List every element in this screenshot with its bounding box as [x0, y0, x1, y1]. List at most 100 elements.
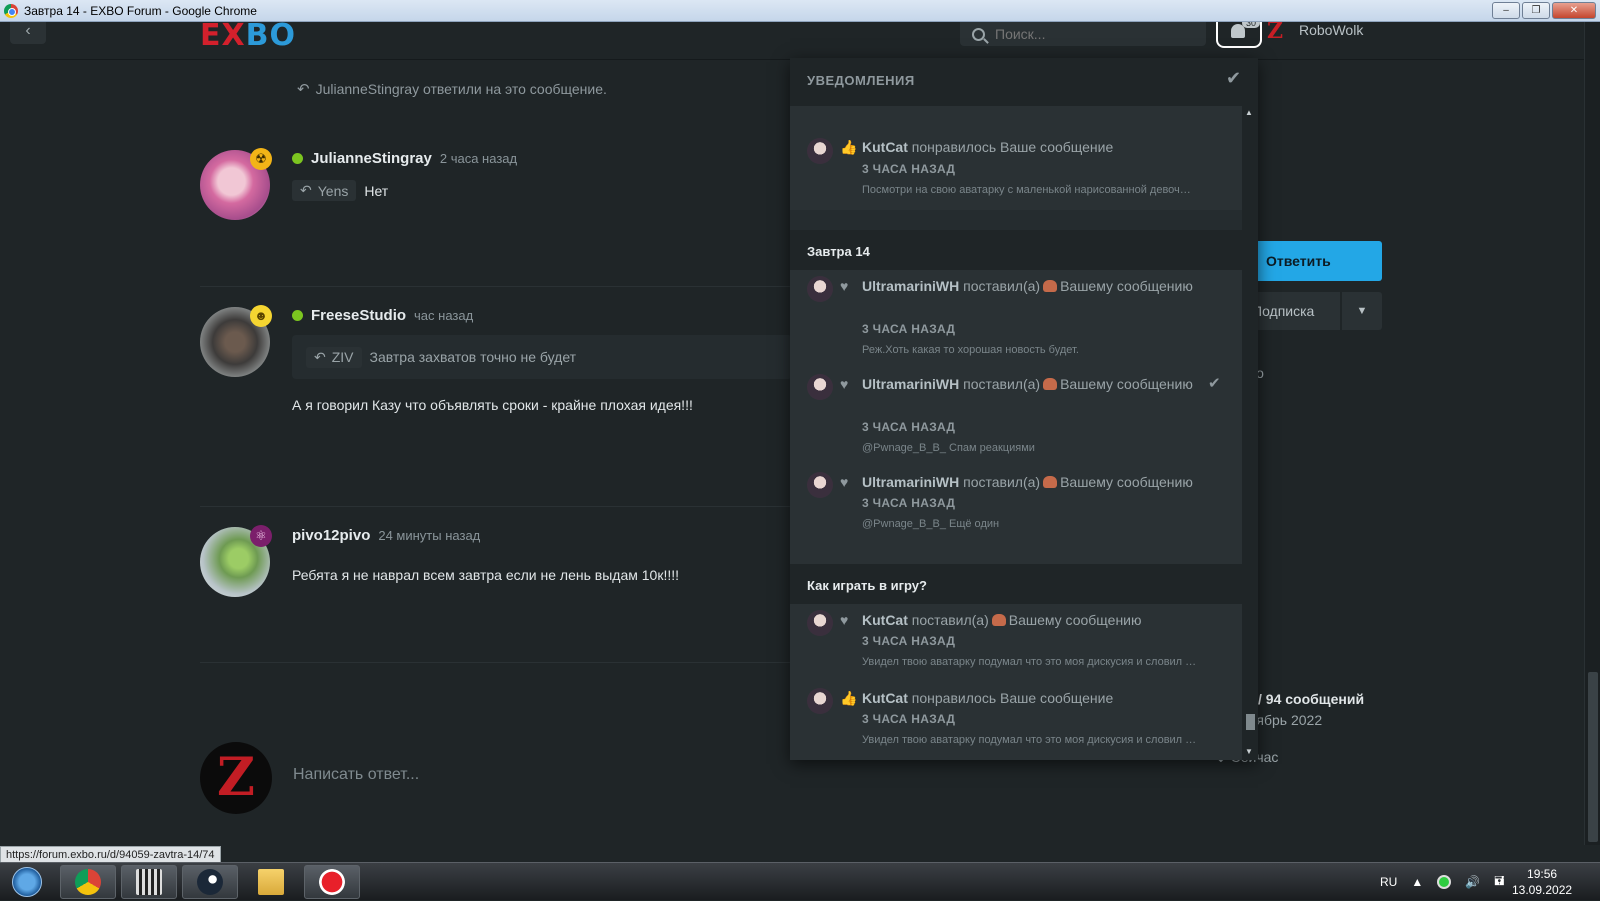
notifications-button[interactable]: 30	[1216, 22, 1262, 48]
maximize-button[interactable]: ❐	[1522, 2, 1550, 19]
scroll-down-icon[interactable]: ▼	[1245, 747, 1253, 756]
notification-item[interactable]: ♥ UltramariniWH поставил(а) Вашему сообще…	[790, 270, 1242, 368]
notification-text: KutCat понравилось Ваше сообщение	[862, 690, 1114, 706]
search-input[interactable]	[995, 26, 1185, 42]
language-indicator[interactable]: RU	[1380, 875, 1397, 889]
notification-item[interactable]: ♥ UltramariniWH поставил(а) Вашему сообще…	[790, 466, 1242, 564]
clock-time: 19:56	[1527, 867, 1558, 881]
notification-excerpt: @Pwnage_B_B_ Спам реакциями	[862, 442, 1035, 454]
windows-logo-icon	[12, 867, 42, 897]
chrome-icon	[75, 869, 101, 895]
heart-icon: ♥	[840, 278, 849, 294]
tray-expand-icon[interactable]: ▲	[1411, 875, 1423, 889]
heart-icon: ♥	[840, 376, 849, 392]
notification-time: 3 ЧАСА НАЗАД	[862, 420, 956, 434]
record-icon	[319, 869, 345, 895]
chrome-icon	[4, 3, 18, 18]
minimize-button[interactable]: –	[1492, 2, 1520, 19]
notification-time: 3 ЧАСА НАЗАД	[862, 496, 956, 510]
volume-icon[interactable]: 🔊	[1465, 875, 1480, 889]
notification-text: KutCat понравилось Ваше сообщение	[862, 139, 1114, 155]
taskbar-steam[interactable]	[182, 865, 238, 899]
start-button[interactable]	[2, 863, 52, 901]
scrubber-post-count: / 94 сообщений	[1258, 691, 1365, 707]
quote-text: Завтра захватов точно не будет	[369, 349, 577, 365]
page-scrollbar[interactable]	[1584, 22, 1600, 845]
site-logo[interactable]: EXBO	[200, 22, 296, 53]
taskbar-dbd[interactable]	[121, 865, 177, 899]
page-scrollbar-thumb[interactable]	[1588, 672, 1598, 842]
poop-emoji-icon	[1043, 280, 1058, 292]
quote-mention[interactable]: ↶ ZIV	[306, 346, 362, 368]
network-icon[interactable]: 🖬	[1494, 872, 1504, 893]
notification-avatar	[807, 138, 833, 164]
notification-time: 3 ЧАСА НАЗАД	[862, 712, 956, 726]
notifications-scrollbar[interactable]: ▲ ▼	[1242, 106, 1258, 760]
taskbar-explorer[interactable]	[243, 865, 299, 899]
notification-item[interactable]: ♥ UltramariniWH поставил(а) Вашему сообще…	[790, 368, 1242, 466]
caret-down-icon: ▼	[1356, 305, 1368, 317]
search-box[interactable]	[960, 22, 1206, 46]
notification-excerpt: Реж.Хоть какая то хорошая новость будет.	[862, 344, 1079, 356]
notification-item[interactable]: 👍 KutCat понравилось Ваше сообщение 3 ЧА…	[790, 106, 1242, 210]
replies-note[interactable]: ↶ JulianneStingray ответили на это сообщ…	[297, 80, 607, 98]
notification-excerpt: Посмотри на свою аватарку с маленькой на…	[862, 184, 1191, 196]
back-button[interactable]: ‹	[10, 22, 46, 44]
reply-icon: ↶	[297, 81, 310, 98]
window-title: Завтра 14 - EXBO Forum - Google Chrome	[24, 3, 257, 18]
notification-time: 3 ЧАСА НАЗАД	[862, 322, 956, 336]
post-author[interactable]: pivo12pivo	[292, 527, 370, 544]
window-titlebar: Завтра 14 - EXBO Forum - Google Chrome –…	[0, 0, 1600, 22]
post-author[interactable]: JulianneStingray	[311, 150, 432, 167]
taskbar-chrome[interactable]	[60, 865, 116, 899]
poop-emoji-icon	[1043, 378, 1058, 390]
post-text: Ребята я не наврал всем завтра если не л…	[292, 567, 679, 583]
notification-text: KutCat поставил(а) Вашему сообщению	[862, 612, 1142, 628]
notification-text: UltramariniWH поставил(а) Вашему сообщени…	[862, 376, 1193, 392]
folder-icon	[258, 869, 284, 895]
mark-read-icon[interactable]: ✔	[1208, 374, 1221, 392]
post-time[interactable]: час назад	[414, 308, 473, 323]
post-text: А я говорил Казу что объявлять сроки - к…	[292, 397, 693, 413]
site-header: ‹ EXBO 30 Z RoboWolk	[0, 22, 1584, 60]
system-clock[interactable]: 19:56 13.09.2022	[1512, 866, 1572, 898]
subscribe-dropdown-button[interactable]: ▼	[1342, 292, 1382, 330]
scrollbar-thumb[interactable]	[1246, 714, 1255, 730]
notification-item[interactable]: 👍 KutCat понравилось Ваше сообщение 3 ЧА…	[790, 682, 1242, 760]
notification-time: 3 ЧАСА НАЗАД	[862, 634, 956, 648]
post-meta: pivo12pivo 24 минуты назад	[292, 527, 480, 544]
forum-page: ‹ EXBO 30 Z RoboWolk ↶ JulianneStingray …	[0, 22, 1584, 845]
radiation-badge-icon: ☢	[250, 148, 272, 170]
taskbar-recorder[interactable]	[304, 865, 360, 899]
heart-icon: ♥	[840, 612, 849, 628]
scroll-up-icon[interactable]: ▲	[1245, 108, 1253, 117]
post-time[interactable]: 24 минуты назад	[378, 528, 480, 543]
tray-app-icon[interactable]	[1437, 875, 1452, 889]
notification-item[interactable]: ♥ KutCat поставил(а) Вашему сообщению 3 Ч…	[790, 604, 1242, 682]
notification-group-title[interactable]: Завтра 14	[807, 244, 870, 259]
notification-excerpt: Увидел твою аватарку подумал что это моя…	[862, 734, 1197, 746]
notification-avatar	[807, 610, 833, 636]
reply-mention[interactable]: ↶ Yens	[292, 180, 357, 201]
skull-badge-icon: ☻	[250, 305, 272, 327]
user-avatar[interactable]: Z	[1267, 22, 1289, 42]
notifications-dropdown: УВЕДОМЛЕНИЯ ✔ 👍 KutCat понравилось Ваше …	[790, 58, 1258, 760]
post-meta: JulianneStingray 2 часа назад	[292, 150, 517, 167]
close-button[interactable]: ✕	[1552, 2, 1596, 19]
notification-excerpt: Увидел твою аватарку подумал что это моя…	[862, 656, 1197, 668]
notification-group-title[interactable]: Как играть в игру?	[807, 578, 927, 593]
reply-icon: ↶	[300, 182, 312, 198]
username-link[interactable]: RoboWolk	[1299, 22, 1363, 38]
online-indicator	[292, 153, 303, 164]
chevron-left-icon: ‹	[25, 22, 31, 39]
notification-avatar	[807, 472, 833, 498]
reply-placeholder[interactable]: Написать ответ...	[293, 766, 419, 784]
post-meta: FreeseStudio час назад	[292, 307, 473, 324]
notification-time: 3 ЧАСА НАЗАД	[862, 162, 956, 176]
mark-all-read-icon[interactable]: ✔	[1226, 68, 1241, 89]
post-text: Нет	[364, 182, 389, 199]
post-author[interactable]: FreeseStudio	[311, 307, 406, 324]
taskbar: RU ▲ 🔊 🖬 19:56 13.09.2022	[0, 862, 1600, 900]
replies-note-text: JulianneStingray ответили на это сообщен…	[315, 81, 607, 97]
post-time[interactable]: 2 часа назад	[440, 151, 517, 166]
